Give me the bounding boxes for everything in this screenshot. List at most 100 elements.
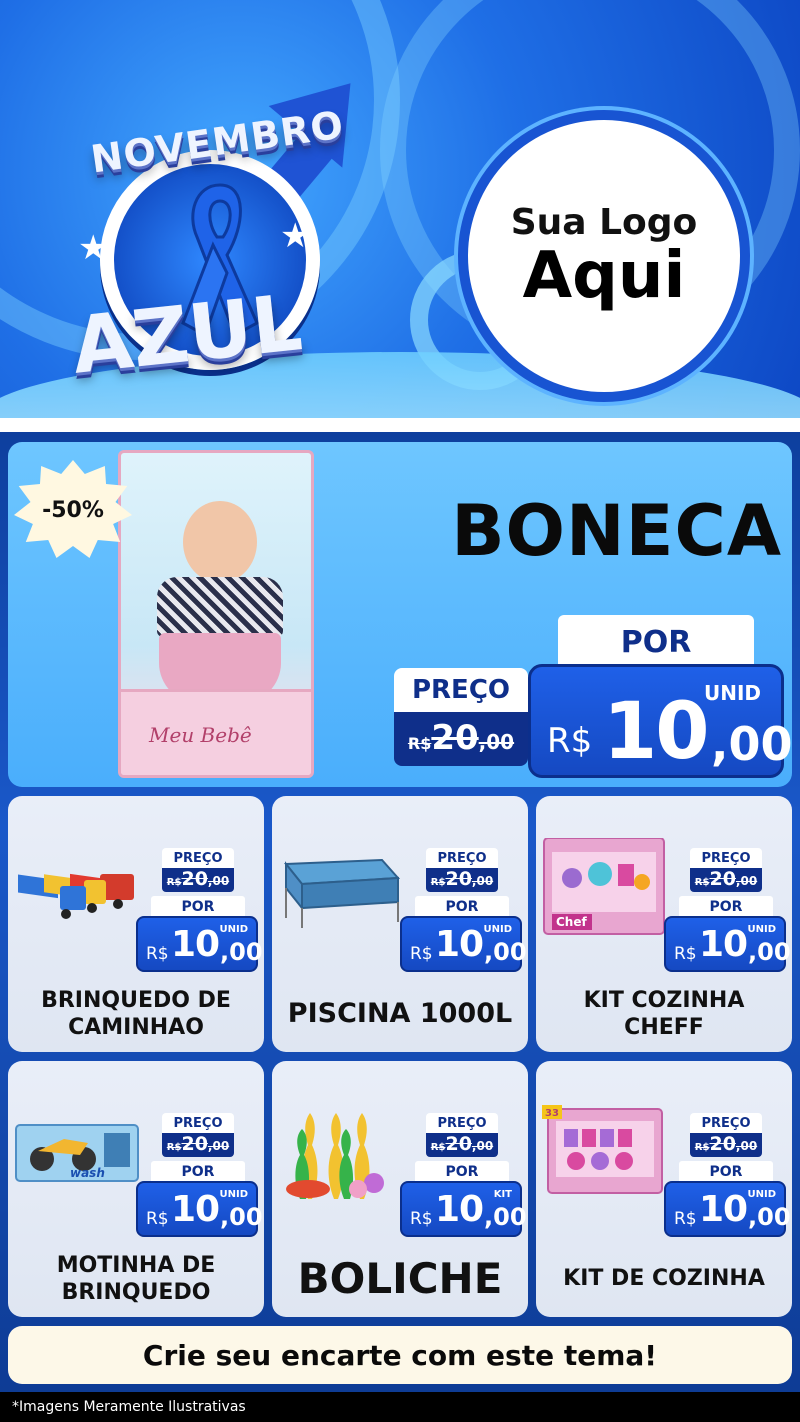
price-unit: KIT — [493, 1189, 512, 1200]
logo-line-1: Sua Logo — [510, 201, 698, 243]
price-currency: R$ — [674, 944, 697, 964]
price-tag: UNID R$ 10 ,00 — [400, 916, 527, 972]
old-price-decimal: ,00 — [207, 874, 230, 888]
featured-price-tag: UNID R$ 10 ,00 — [528, 664, 793, 778]
product-name: KIT DE COZINHA — [563, 1266, 765, 1292]
old-price-currency: R$ — [694, 877, 710, 888]
featured-old-price-box: PREÇO R$ 20 ,00 — [394, 668, 528, 766]
preco-label: PREÇO — [426, 848, 498, 868]
product-name: PISCINA 1000L — [287, 998, 513, 1030]
thumb-box-text: wash — [70, 1166, 105, 1180]
kitchen-kit-box-image: Chef — [543, 838, 665, 935]
thumb-box-text: Chef — [556, 915, 587, 929]
old-price-box: PREÇO R$ 20 ,00 — [162, 1113, 234, 1157]
bowling-kit-image — [286, 1113, 384, 1199]
old-price-box: PREÇO R$ 20 ,00 — [426, 1113, 498, 1157]
price-unit: UNID — [747, 924, 776, 935]
old-price-integer: 20 — [709, 1133, 736, 1155]
old-price: R$ 20 ,00 — [162, 1133, 234, 1157]
price-unit: UNID — [483, 924, 512, 935]
old-price-integer: 20 — [445, 1133, 472, 1155]
preco-label: PREÇO — [162, 1113, 234, 1133]
old-price-box: PREÇO R$ 20 ,00 — [690, 848, 762, 892]
product-card[interactable]: wash PREÇO R$ 20 ,00 POR UNID R$ 10 ,00 … — [8, 1061, 264, 1317]
old-price-decimal: ,00 — [735, 1139, 758, 1153]
badge-title-bottom: AZUL — [67, 278, 307, 392]
featured-por-label: POR — [558, 615, 754, 669]
price-decimal: ,00 — [484, 1203, 527, 1231]
price-tag: KIT R$ 10 ,00 — [400, 1181, 527, 1237]
product-name: KIT COZINHA CHEFF — [583, 987, 745, 1041]
product-card[interactable]: 33 PREÇO R$ 20 ,00 POR UNID R$ 10 ,00 KI… — [536, 1061, 792, 1317]
price-tag: UNID R$ 10 ,00 — [136, 1181, 263, 1237]
price-unit: UNID — [219, 924, 248, 935]
featured-product-title: BONECA — [451, 490, 782, 572]
old-price-decimal: ,00 — [471, 874, 494, 888]
old-price: R$ 20 ,00 — [426, 1133, 498, 1157]
old-price-currency: R$ — [407, 734, 432, 753]
old-price-currency: R$ — [694, 1142, 710, 1153]
old-price: R$ 20 ,00 — [690, 868, 762, 892]
doll-box-brand: Meu Bebê — [149, 723, 252, 747]
old-price-currency: R$ — [430, 877, 446, 888]
old-price-decimal: ,00 — [471, 1139, 494, 1153]
price-tag: UNID R$ 10 ,00 — [664, 916, 791, 972]
price-currency: R$ — [547, 721, 593, 761]
old-price-currency: R$ — [430, 1142, 446, 1153]
product-card[interactable]: PREÇO R$ 20 ,00 POR UNID R$ 10 ,00 BRINQ… — [8, 796, 264, 1052]
old-price: R$ 20 ,00 — [690, 1133, 762, 1157]
old-price-box: PREÇO R$ 20 ,00 — [162, 848, 234, 892]
logo-placeholder[interactable]: Sua Logo Aqui — [458, 110, 750, 402]
kitchen-set-box-image: 33 — [542, 1105, 663, 1194]
old-price-integer: 20 — [709, 868, 736, 890]
header-banner: ★ ★ NOVEMBRO AZUL Sua Logo Aqui — [0, 0, 800, 432]
old-price: R$ 20 ,00 — [162, 868, 234, 892]
price-decimal: ,00 — [748, 938, 791, 966]
product-name: BRINQUEDO DE CAMINHAO — [41, 987, 231, 1041]
star-icon: ★ — [280, 216, 311, 256]
old-price-integer: 20 — [445, 868, 472, 890]
price-decimal: ,00 — [220, 938, 263, 966]
price-integer: 10 — [699, 924, 748, 965]
doll-dress-top — [157, 577, 283, 637]
toy-motorcycle-box-image: wash — [15, 1124, 139, 1182]
old-price-integer: 20 — [181, 868, 208, 890]
doll-head — [183, 501, 257, 583]
price-currency: R$ — [410, 944, 433, 964]
price-integer: 10 — [603, 687, 710, 777]
por-label: POR — [151, 896, 245, 918]
featured-preco-label: PREÇO — [394, 668, 528, 712]
product-card[interactable]: Chef PREÇO R$ 20 ,00 POR UNID R$ 10 ,00 … — [536, 796, 792, 1052]
price-decimal: ,00 — [711, 717, 793, 771]
preco-label: PREÇO — [690, 1113, 762, 1133]
price-integer: 10 — [435, 1189, 484, 1230]
price-unit: UNID — [747, 1189, 776, 1200]
old-price-box: PREÇO R$ 20 ,00 — [690, 1113, 762, 1157]
cta-banner[interactable]: Crie seu encarte com este tema! — [8, 1326, 792, 1384]
price-decimal: ,00 — [220, 1203, 263, 1231]
preco-label: PREÇO — [690, 848, 762, 868]
product-name: BOLICHE — [297, 1253, 503, 1303]
price-decimal: ,00 — [748, 1203, 791, 1231]
old-price-decimal: ,00 — [735, 874, 758, 888]
por-label: POR — [151, 1161, 245, 1183]
price-tag: UNID R$ 10 ,00 — [664, 1181, 791, 1237]
preco-label: PREÇO — [426, 1113, 498, 1133]
price-decimal: ,00 — [484, 938, 527, 966]
price-unit: UNID — [703, 681, 761, 705]
disclaimer-text: *Imagens Meramente Ilustrativas — [0, 1392, 800, 1422]
por-label: POR — [415, 896, 509, 918]
old-price-currency: R$ — [166, 877, 182, 888]
pool-image — [283, 858, 401, 928]
old-price-integer: 20 — [181, 1133, 208, 1155]
product-card[interactable]: PREÇO R$ 20 ,00 POR UNID R$ 10 ,00 PISCI… — [272, 796, 528, 1052]
old-price: R$ 20 ,00 — [426, 868, 498, 892]
price-currency: R$ — [674, 1209, 697, 1229]
old-price-integer: 20 — [431, 718, 479, 758]
old-price-box: PREÇO R$ 20 ,00 — [426, 848, 498, 892]
novembro-azul-badge: ★ ★ NOVEMBRO AZUL — [68, 52, 388, 392]
preco-label: PREÇO — [162, 848, 234, 868]
product-card[interactable]: PREÇO R$ 20 ,00 POR KIT R$ 10 ,00 BOLICH… — [272, 1061, 528, 1317]
discount-text: -50% — [42, 497, 104, 523]
price-currency: R$ — [146, 1209, 169, 1229]
